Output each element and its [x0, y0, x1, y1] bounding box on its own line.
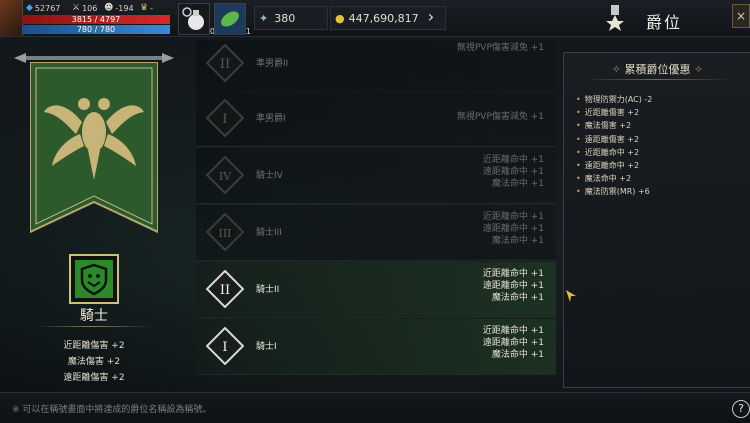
- rank-effects: 近距離命中 +1 遠距離命中 +1 魔法命中 +1: [482, 326, 544, 360]
- svg-text:II: II: [220, 283, 230, 298]
- current-rank-name: 騎士: [80, 308, 108, 324]
- rank-name: 騎士III: [256, 228, 282, 238]
- rank-name: 騎士IV: [256, 171, 283, 181]
- rank-diamond-icon: III: [206, 213, 244, 251]
- rank-row[interactable]: II 準男爵II 無視PVP傷害減免 +1: [196, 40, 556, 92]
- rank-name: 騎士I: [256, 342, 277, 352]
- level-stat: ◆ 52767: [26, 3, 61, 13]
- knight-shield-icon: [80, 263, 108, 296]
- ornament-left-icon: ✧: [611, 63, 625, 76]
- list-item: 魔法防禦(MR) +6: [576, 185, 652, 198]
- svg-text:IV: IV: [219, 170, 232, 183]
- trophy-stat: ♛ -: [140, 3, 153, 13]
- rank-effects: 近距離命中 +1 遠距離命中 +1 魔法命中 +1: [482, 269, 544, 303]
- list-item: 魔法命中 +2: [576, 172, 652, 185]
- skull-icon: ☻: [104, 3, 114, 13]
- svg-text:III: III: [218, 227, 231, 240]
- rank-effects: 近距離命中 +1 遠距離命中 +1 魔法命中 +1: [482, 212, 544, 246]
- rank-effects: 無視PVP傷害減免 +1: [456, 112, 544, 122]
- expand-currency-button[interactable]: ›: [420, 6, 442, 28]
- rank-bonus-1: 近距離傷害 +2: [63, 341, 125, 351]
- rank-row[interactable]: III 騎士III 近距離命中 +1 遠距離命中 +1 魔法命中 +1: [196, 205, 556, 261]
- rank-effects: 近距離命中 +1 遠距離命中 +1 魔法命中 +1: [482, 155, 544, 189]
- rank-row[interactable]: IV 騎士IV 近距離命中 +1 遠距離命中 +1 魔法命中 +1: [196, 148, 556, 204]
- mp-bar: 780 / 780: [22, 25, 170, 34]
- hp-bar: 3815 / 4797: [22, 15, 170, 24]
- rank-row-achieved[interactable]: I 騎士I 近距離命中 +1 遠距離命中 +1 魔法命中 +1: [196, 319, 556, 375]
- sword-icon: ⚔: [72, 3, 81, 13]
- list-item: 物理防禦力(AC) -2: [576, 93, 653, 106]
- close-button[interactable]: ×: [732, 4, 750, 28]
- rank-diamond-icon: II: [206, 44, 244, 82]
- list-item: 近距離命中 +2: [576, 146, 652, 159]
- rank-row-achieved[interactable]: II 騎士II 近距離命中 +1 遠距離命中 +1 魔法命中 +1: [196, 262, 556, 318]
- potion-slot[interactable]: 0: [178, 3, 215, 36]
- gold-coin-icon: ●: [335, 11, 345, 25]
- leaf-icon: [215, 4, 245, 34]
- cumulative-bonus-list: 物理防禦力(AC) -2 近距離傷害 +2 魔法傷害 +2 遠距離傷害 +2 近…: [576, 93, 653, 199]
- rank-name: 準男爵II: [256, 59, 289, 69]
- alignment-stat: ☻ -194: [104, 3, 134, 13]
- rank-bonus-2: 魔法傷害 +2: [67, 357, 121, 367]
- list-item: 魔法傷害 +2: [576, 119, 652, 132]
- divider: [584, 79, 731, 80]
- help-button[interactable]: ?: [732, 400, 750, 418]
- rank-diamond-icon: I: [206, 99, 244, 137]
- window-header: 爵位: [602, 3, 750, 33]
- crystal-icon: ✦: [259, 11, 269, 25]
- list-item: 近距離傷害 +2: [576, 106, 652, 119]
- svg-text:I: I: [222, 340, 227, 355]
- rank-diamond-icon: II: [206, 270, 244, 308]
- page-title: 爵位: [646, 13, 683, 32]
- rank-banner: [30, 62, 158, 234]
- rank-name: 準男爵I: [256, 114, 286, 124]
- divider: [36, 326, 152, 327]
- rank-effects: 無視PVP傷害減免 +1: [456, 43, 544, 53]
- medal-icon: [606, 5, 624, 31]
- crystal-counter: ✦ 380: [254, 6, 328, 30]
- footer-note: ※ 可以在稱號畫面中將達成的爵位名稱設為稱號。: [12, 405, 212, 415]
- rank-bonus-3: 遠距離傷害 +2: [63, 373, 125, 383]
- herb-slot[interactable]: 1: [214, 3, 251, 36]
- ornament-right-icon: ✧: [690, 63, 704, 76]
- rank-emblem: [69, 254, 119, 304]
- rank-name: 騎士II: [256, 285, 280, 295]
- rank-row[interactable]: I 準男爵I 無視PVP傷害減免 +1: [196, 91, 556, 147]
- list-item: 遠距離傷害 +2: [576, 133, 652, 146]
- attack-stat: ⚔ 106: [72, 3, 98, 13]
- character-avatar[interactable]: [0, 0, 23, 36]
- list-item: 遠距離命中 +2: [576, 159, 652, 172]
- footer-bar: ※ 可以在稱號畫面中將達成的爵位名稱設為稱號。: [0, 392, 750, 423]
- cumulative-bonus-panel: ✧ 累積爵位優惠 ✧ 物理防禦力(AC) -2 近距離傷害 +2 魔法傷害 +2…: [563, 52, 750, 388]
- level-icon: ◆: [26, 3, 33, 13]
- rank-diamond-icon: I: [206, 327, 244, 365]
- svg-text:I: I: [222, 112, 227, 127]
- rank-list[interactable]: II 準男爵II 無視PVP傷害減免 +1 I 準男爵I 無視PVP傷害減免 +…: [196, 40, 556, 388]
- top-hud: ◆ 52767 ⚔ 106 ☻ -194 ♛ - 3815 / 4797 780…: [0, 0, 750, 37]
- svg-text:II: II: [220, 57, 230, 72]
- potion-icon: [182, 7, 204, 30]
- trophy-icon: ♛: [140, 3, 149, 13]
- rank-diamond-icon: IV: [206, 156, 244, 194]
- panel-title: ✧ 累積爵位優惠 ✧: [611, 63, 704, 76]
- pointer-cursor-icon: [566, 290, 576, 302]
